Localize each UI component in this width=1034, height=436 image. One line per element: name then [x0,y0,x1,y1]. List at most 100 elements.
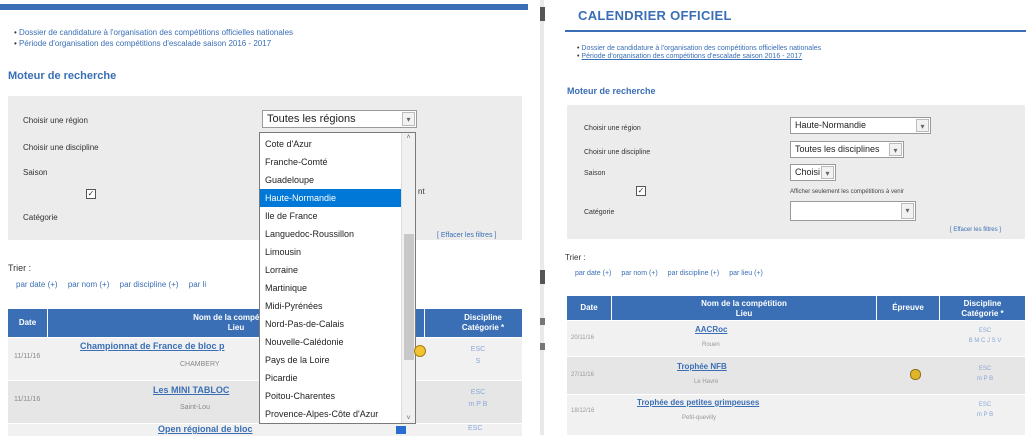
right-discipline-select-value: Toutes les disciplines [795,144,880,154]
right-th-categorie-label: Catégorie * [961,309,1004,318]
row-lieu: Petit-quevilly [682,415,717,421]
left-sort-lieu[interactable]: par li [189,280,206,289]
dropdown-option[interactable]: Poitou-Charentes [260,387,401,405]
splitter-grip[interactable] [540,343,545,350]
dropdown-option[interactable]: Ile de France [260,207,401,225]
row-date: 20/11/16 [571,335,594,341]
right-th-name-label: Nom de la compétition [701,299,787,308]
row-categorie: m P B [976,376,994,382]
left-bullet-1[interactable]: • Dossier de candidature à l'organisatio… [14,27,293,38]
right-sort-links: par date (+) par nom (+) par discipline … [575,270,763,277]
right-label-categorie: Catégorie [584,209,615,216]
table-row[interactable]: Open régional de bloc ESC [8,424,522,436]
dropdown-option[interactable]: Nord-Pas-de-Calais [260,315,401,333]
right-th-name[interactable]: Nom de la compétition Lieu [612,296,876,320]
right-search-title: Moteur de recherche [567,86,656,96]
row-date: 11/11/16 [14,353,41,360]
dropdown-option[interactable]: Cote d'Azur [260,135,401,153]
chevron-down-icon: ▾ [901,203,914,219]
row-name-link[interactable]: Championnat de France de bloc p [80,341,225,351]
page-title: CALENDRIER OFFICIEL [578,8,732,23]
right-saison-select[interactable]: Choisi ▾ [790,164,836,181]
dropdown-option[interactable]: Lorraine [260,261,401,279]
dropdown-option[interactable]: Nouvelle-Calédonie [260,333,401,351]
right-bullet-2[interactable]: • Période d'organisation des compétition… [577,53,821,61]
right-th-lieu-label: Lieu [735,309,753,318]
row-discipline: ESC [468,425,483,432]
region-dropdown-list[interactable]: Cote d'Azur Franche-Comté Guadeloupe Haute-… [259,132,416,424]
dropdown-scroll-thumb[interactable] [404,234,414,360]
right-sort-discipline[interactable]: par discipline (+) [668,270,720,277]
splitter-grip[interactable] [540,318,545,325]
dropdown-option[interactable]: Languedoc-Roussillon [260,225,401,243]
left-sort-discipline[interactable]: par discipline (+) [120,280,179,289]
dropdown-option[interactable]: Guadeloupe [260,171,401,189]
row-categorie: B M C J S V [968,338,1002,344]
splitter-grip[interactable] [540,7,545,21]
right-saison-select-value: Choisi [795,167,821,177]
right-label-discipline: Choisir une discipline [584,149,651,156]
dropdown-option[interactable]: Midi-Pyrénées [260,297,401,315]
row-lieu: Le Havre [694,379,719,385]
right-sort-name[interactable]: par nom (+) [621,270,657,277]
left-th-discipline-label: Discipline [464,313,502,322]
row-discipline: ESC [470,346,486,353]
left-th-date[interactable]: Date [8,309,47,337]
right-bullet-list: • Dossier de candidature à l'organisatio… [577,45,821,61]
table-row[interactable]: 20/11/16 AACRoc Rouen ESC B M C J S V [567,321,1025,356]
right-th-discipline-label: Discipline [963,299,1002,308]
right-th-epreuve[interactable]: Épreuve [877,296,939,320]
dropdown-option[interactable]: Franche-Comté [260,153,401,171]
right-region-select[interactable]: Haute-Normandie ▾ [790,117,931,134]
row-name-link[interactable]: Trophée des petites grimpeuses [637,398,759,407]
right-clear-filters-link[interactable]: [ Effacer les filtres ] [950,227,1001,233]
right-sort-label: Trier : [565,253,586,262]
left-th-discipline[interactable]: Discipline Catégorie * [444,309,522,337]
dropdown-option[interactable]: Provence-Alpes-Côte d'Azur [260,405,401,423]
splitter-grip[interactable] [540,270,545,284]
left-sort-links: par date (+) par nom (+) par discipline … [16,280,206,289]
dropdown-scrollbar[interactable]: ˄ ˅ [401,133,415,423]
dropdown-option[interactable]: Pays de la Loire [260,351,401,369]
right-th-date[interactable]: Date [567,296,611,320]
row-discipline: ESC [978,328,992,334]
right-label-saison: Saison [584,170,606,177]
row-discipline: ESC [470,389,486,396]
left-upcoming-checkbox[interactable]: ✓ [86,189,96,199]
left-region-select[interactable]: Toutes les régions ▾ [262,110,417,128]
right-categorie-select[interactable]: ▾ [790,201,916,221]
row-name-link[interactable]: Open régional de bloc [158,424,253,434]
row-discipline: ESC [978,402,992,408]
left-sort-date[interactable]: par date (+) [16,280,58,289]
trophy-icon [414,345,426,357]
trophy-icon [396,426,406,434]
table-row[interactable]: 27/11/16 Trophée NFB Le Havre ESC m P B [567,357,1025,394]
chevron-up-icon[interactable]: ˄ [402,134,415,141]
chevron-down-icon[interactable]: ˅ [402,415,415,422]
chevron-down-icon: ▾ [916,119,929,132]
right-sort-date[interactable]: par date (+) [575,270,611,277]
row-name-link[interactable]: Les MINI TABLOC [153,385,229,395]
row-name-link[interactable]: Trophée NFB [677,362,727,371]
left-clear-filters-link[interactable]: [ Effacer les filtres ] [437,232,496,239]
right-bullet-1[interactable]: • Dossier de candidature à l'organisatio… [577,45,821,53]
table-row[interactable]: 18/12/16 Trophée des petites grimpeuses … [567,395,1025,435]
right-discipline-select[interactable]: Toutes les disciplines ▾ [790,141,904,158]
dropdown-option[interactable]: Limousin [260,243,401,261]
left-bullet-list: • Dossier de candidature à l'organisatio… [14,27,293,49]
row-lieu: Saint-Lou [180,404,210,411]
dropdown-option[interactable]: Martinique [260,279,401,297]
left-filter-text-tail: nt [418,187,425,196]
row-lieu: Rouen [702,342,720,348]
right-sort-lieu[interactable]: par lieu (+) [729,270,763,277]
row-name-link[interactable]: AACRoc [695,325,727,334]
left-bullet-2[interactable]: • Période d'organisation des compétition… [14,38,293,49]
right-upcoming-checkbox[interactable]: ✓ [636,186,646,196]
left-header-bar [0,4,528,10]
row-discipline: ESC [978,366,992,372]
row-categorie: S [475,358,481,365]
left-sort-name[interactable]: par nom (+) [68,280,110,289]
dropdown-option[interactable]: Picardie [260,369,401,387]
dropdown-option[interactable]: Haute-Normandie [260,189,401,207]
right-th-discipline[interactable]: Discipline Catégorie * [940,296,1025,320]
